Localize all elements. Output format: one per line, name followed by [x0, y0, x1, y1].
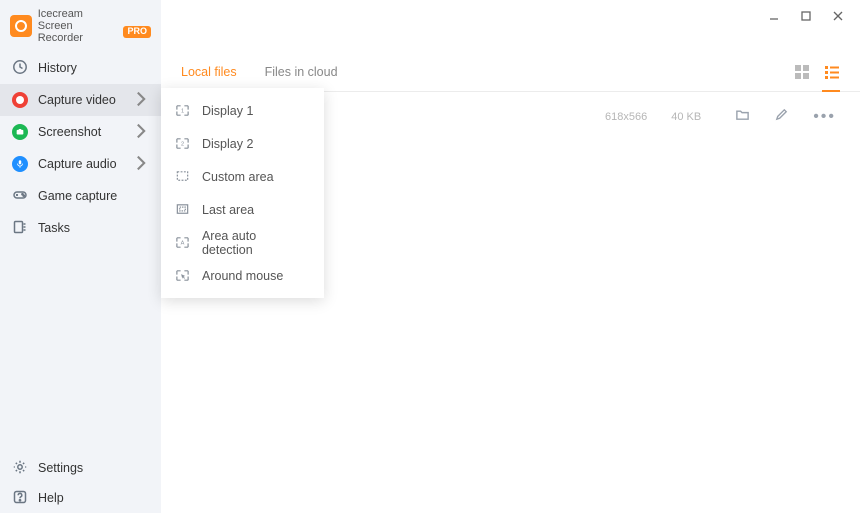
titlebar: Icecream Screen Recorder PRO — [0, 0, 860, 52]
sidebar-item-screenshot[interactable]: Screenshot — [0, 116, 161, 148]
svg-text:1: 1 — [181, 108, 184, 114]
sidebar-item-settings[interactable]: Settings — [0, 453, 161, 483]
help-icon — [12, 489, 28, 508]
submenu-label: Custom area — [202, 170, 274, 184]
svg-text:A: A — [181, 241, 185, 247]
tab-files-in-cloud[interactable]: Files in cloud — [265, 54, 338, 90]
sidebar-item-game-capture[interactable]: Game capture — [0, 180, 161, 212]
pro-badge: PRO — [123, 26, 151, 38]
camera-icon — [12, 124, 28, 140]
file-size: 40 KB — [671, 111, 701, 123]
chevron-right-icon — [133, 91, 149, 110]
chevron-right-icon — [133, 155, 149, 174]
minimize-button[interactable] — [758, 4, 790, 28]
tabs: Local files Files in cloud — [161, 52, 860, 92]
tab-local-files[interactable]: Local files — [181, 54, 237, 90]
sidebar-item-tasks[interactable]: Tasks — [0, 212, 161, 244]
microphone-icon — [12, 156, 28, 172]
submenu-display-1[interactable]: 1 Display 1 — [161, 94, 324, 127]
close-button[interactable] — [822, 4, 854, 28]
submenu-label: Around mouse — [202, 269, 283, 283]
chevron-right-icon — [133, 123, 149, 142]
tasks-icon — [12, 219, 28, 238]
app-logo — [10, 15, 32, 37]
sidebar-item-label: Capture audio — [38, 157, 117, 171]
submenu-label: Area auto detection — [202, 229, 310, 257]
submenu-around-mouse[interactable]: Around mouse — [161, 259, 324, 292]
sidebar-item-label: Tasks — [38, 221, 70, 235]
sidebar: History Capture video Screenshot — [0, 52, 161, 513]
sidebar-item-history[interactable]: History — [0, 52, 161, 84]
submenu-label: Display 2 — [202, 137, 253, 151]
sidebar-item-help[interactable]: Help — [0, 483, 161, 513]
submenu-label: Display 1 — [202, 104, 253, 118]
submenu-custom-area[interactable]: Custom area — [161, 160, 324, 193]
sidebar-item-label: History — [38, 61, 77, 75]
svg-text:2: 2 — [181, 141, 184, 147]
sidebar-footer: Settings Help — [0, 453, 161, 513]
history-icon — [12, 59, 28, 78]
gamepad-icon — [12, 187, 28, 206]
sidebar-item-capture-audio[interactable]: Capture audio — [0, 148, 161, 180]
sidebar-item-label: Settings — [38, 461, 83, 475]
submenu-area-auto-detection[interactable]: A Area auto detection — [161, 226, 324, 259]
app-window: Icecream Screen Recorder PRO — [0, 0, 860, 513]
sidebar-item-label: Game capture — [38, 189, 117, 203]
gear-icon — [12, 459, 28, 478]
submenu-display-2[interactable]: 2 Display 2 — [161, 127, 324, 160]
more-button[interactable]: ••• — [813, 108, 836, 126]
record-icon — [12, 92, 28, 108]
open-folder-button[interactable] — [735, 107, 750, 127]
grid-view-button[interactable] — [794, 64, 810, 80]
brand: Icecream Screen Recorder PRO — [0, 0, 161, 52]
app-name: Icecream — [38, 8, 151, 20]
submenu-label: Last area — [202, 203, 254, 217]
list-view-button[interactable] — [824, 64, 840, 80]
sidebar-item-label: Screenshot — [38, 125, 101, 139]
file-dimensions: 618x566 — [605, 111, 647, 123]
sidebar-item-label: Help — [38, 491, 64, 505]
sidebar-item-capture-video[interactable]: Capture video — [0, 84, 161, 116]
app-subtitle: Screen Recorder — [38, 20, 120, 44]
window-controls — [161, 0, 860, 52]
submenu-last-area[interactable]: Last area — [161, 193, 324, 226]
edit-button[interactable] — [774, 107, 789, 127]
sidebar-item-label: Capture video — [38, 93, 116, 107]
view-toggle — [794, 64, 840, 80]
maximize-button[interactable] — [790, 4, 822, 28]
capture-video-submenu: 1 Display 1 2 Display 2 Custom area Last… — [161, 88, 324, 298]
